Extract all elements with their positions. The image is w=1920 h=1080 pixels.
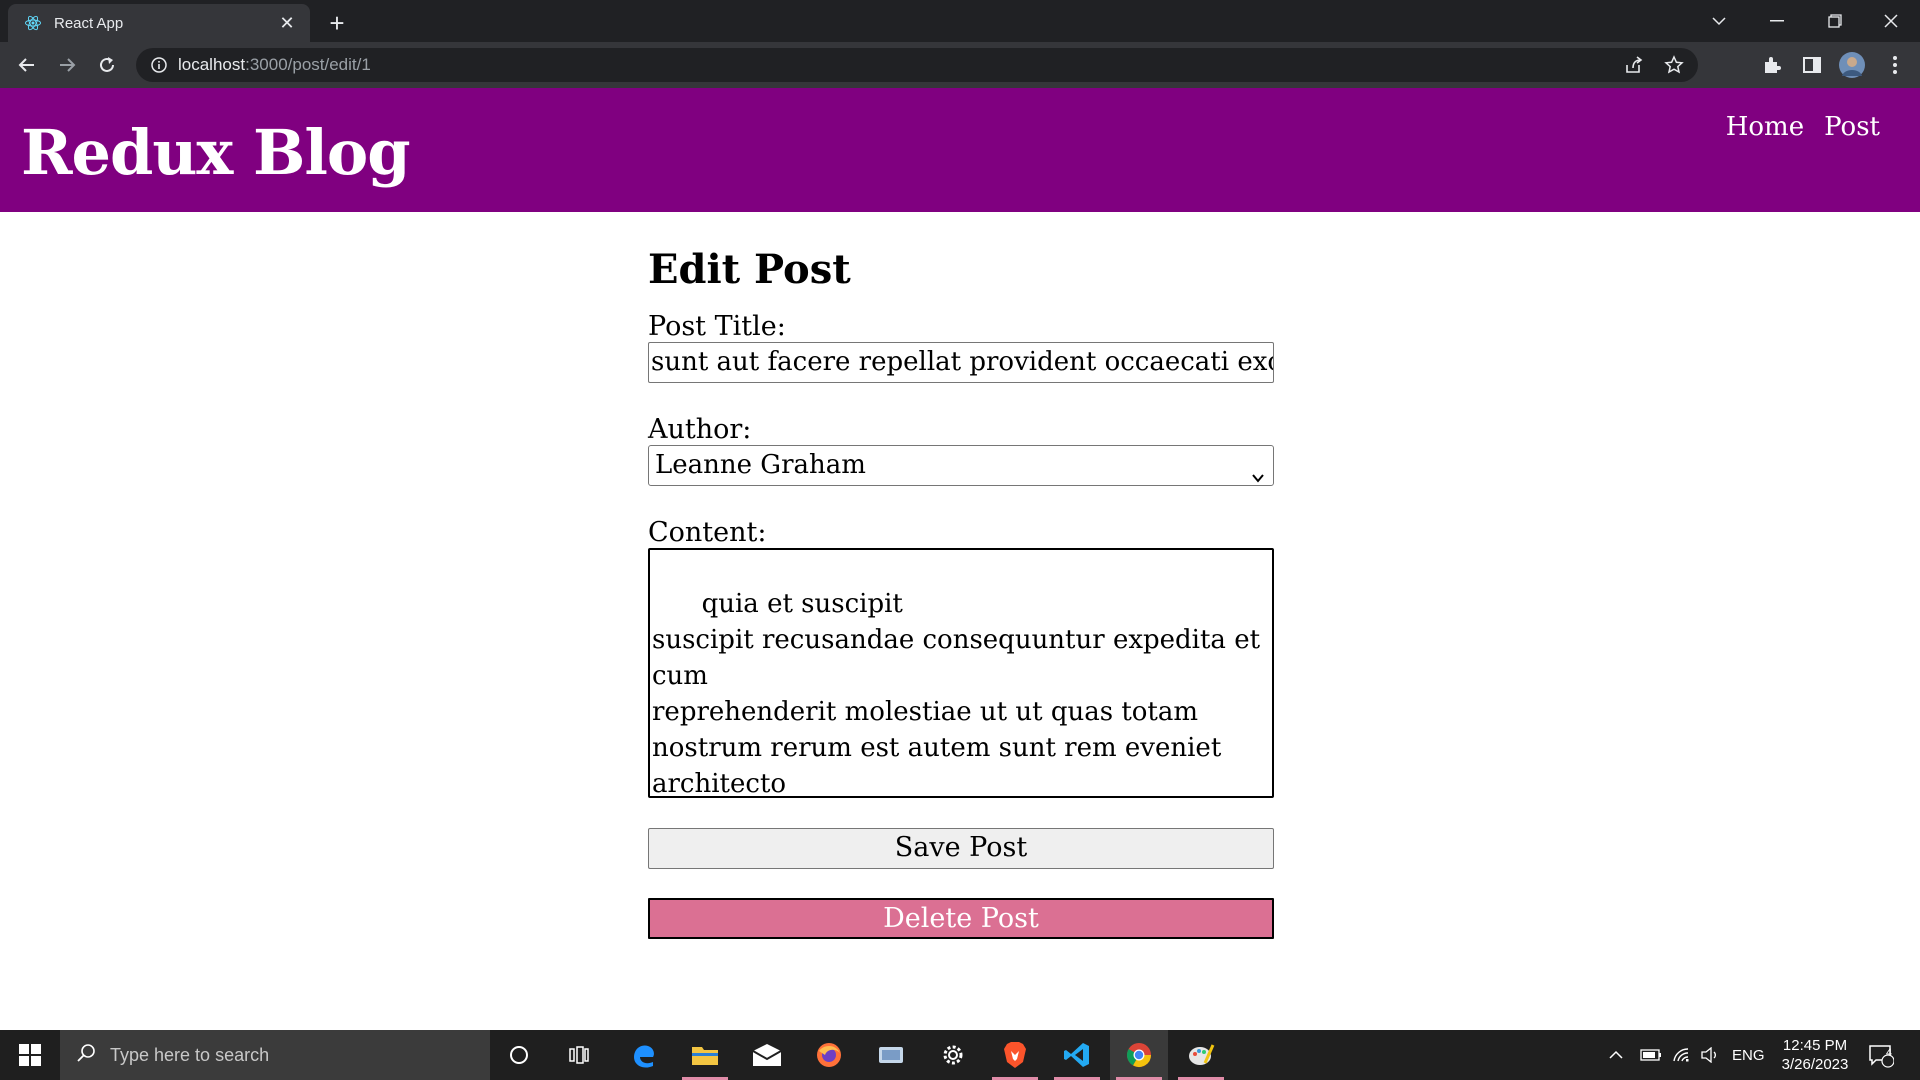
url-path: :3000/post/edit/1: [245, 55, 371, 74]
show-hidden-icons-icon[interactable]: [1608, 1030, 1624, 1080]
taskbar: Type here to search ENG 12:45 PM 3/26/20…: [0, 1030, 1920, 1080]
tab-title: React App: [54, 14, 124, 32]
paint-icon[interactable]: [1172, 1030, 1230, 1080]
author-select[interactable]: Leanne Graham: [648, 445, 1274, 486]
author-label: Author:: [648, 414, 752, 445]
browser-toolbar: localhost:3000/post/edit/1: [0, 42, 1920, 88]
post-title-label: Post Title:: [648, 311, 786, 342]
site-title: Redux Blog: [21, 116, 411, 189]
react-logo-icon: [24, 14, 42, 32]
close-window-button[interactable]: [1862, 0, 1920, 42]
notification-count: 4: [1885, 1047, 1893, 1059]
resize-handle-icon[interactable]: [1260, 784, 1270, 794]
cortana-icon[interactable]: [490, 1030, 548, 1080]
mail-icon[interactable]: [738, 1030, 796, 1080]
brave-icon[interactable]: [986, 1030, 1044, 1080]
minimize-button[interactable]: [1748, 0, 1806, 42]
back-button[interactable]: [12, 50, 42, 80]
chrome-icon[interactable]: [1110, 1030, 1168, 1080]
side-panel-icon[interactable]: [1801, 54, 1823, 76]
volume-icon[interactable]: [1700, 1030, 1720, 1080]
nav-home-link[interactable]: Home: [1726, 112, 1804, 142]
content-textarea[interactable]: quia et suscipit suscipit recusandae con…: [648, 548, 1274, 798]
snipping-icon[interactable]: [862, 1030, 920, 1080]
wifi-icon[interactable]: [1672, 1030, 1692, 1080]
tab-close-icon[interactable]: ✕: [276, 12, 298, 34]
post-title-input[interactable]: sunt aut facere repellat provident occae…: [648, 342, 1274, 383]
bookmark-star-icon[interactable]: [1664, 55, 1684, 75]
firefox-icon[interactable]: [800, 1030, 858, 1080]
profile-avatar[interactable]: [1839, 52, 1865, 78]
tab-search-icon[interactable]: [1690, 0, 1748, 42]
restore-button[interactable]: [1806, 0, 1864, 42]
url-host: localhost: [178, 55, 246, 74]
windows-start-icon[interactable]: [0, 1030, 60, 1080]
nav-post-link[interactable]: Post: [1824, 112, 1880, 142]
page-title: Edit Post: [648, 246, 851, 293]
taskbar-search-box[interactable]: Type here to search: [60, 1030, 490, 1080]
taskbar-clock[interactable]: 12:45 PM 3/26/2023: [1772, 1036, 1858, 1074]
address-bar[interactable]: localhost:3000/post/edit/1: [136, 48, 1698, 82]
browser-tab[interactable]: React App ✕: [8, 4, 310, 42]
web-page: Redux Blog Home Post Edit Post Post Titl…: [0, 88, 1920, 1030]
vscode-icon[interactable]: [1048, 1030, 1106, 1080]
chevron-down-icon: [1251, 458, 1265, 483]
delete-post-button[interactable]: Delete Post: [648, 898, 1274, 939]
battery-icon[interactable]: [1640, 1030, 1662, 1080]
site-header: Redux Blog Home Post: [0, 88, 1920, 212]
save-post-button[interactable]: Save Post: [648, 828, 1274, 869]
content-label: Content:: [648, 517, 767, 548]
browser-tabstrip: React App ✕ +: [0, 0, 1920, 42]
settings-icon[interactable]: [924, 1030, 982, 1080]
site-nav: Home Post: [1726, 112, 1880, 142]
share-icon[interactable]: [1624, 55, 1644, 75]
edge-icon[interactable]: [615, 1030, 673, 1080]
search-icon: [76, 1043, 96, 1068]
author-selected-value: Leanne Graham: [655, 450, 866, 480]
menu-kebab-icon[interactable]: [1884, 54, 1906, 76]
file-explorer-icon[interactable]: [676, 1030, 734, 1080]
language-indicator[interactable]: ENG: [1732, 1030, 1765, 1080]
clock-date: 3/26/2023: [1781, 1056, 1849, 1073]
forward-button[interactable]: [52, 50, 82, 80]
site-info-icon[interactable]: [150, 56, 168, 74]
notification-center-icon[interactable]: 4: [1868, 1030, 1894, 1080]
new-tab-button[interactable]: +: [322, 8, 352, 38]
search-placeholder: Type here to search: [110, 1044, 270, 1065]
reload-button[interactable]: [92, 50, 122, 80]
edit-post-section: Edit Post Post Title: sunt aut facere re…: [648, 246, 1274, 939]
clock-time: 12:45 PM: [1782, 1037, 1848, 1054]
task-view-icon[interactable]: [550, 1030, 608, 1080]
content-text: quia et suscipit suscipit recusandae con…: [652, 589, 1261, 798]
extensions-icon[interactable]: [1761, 54, 1783, 76]
